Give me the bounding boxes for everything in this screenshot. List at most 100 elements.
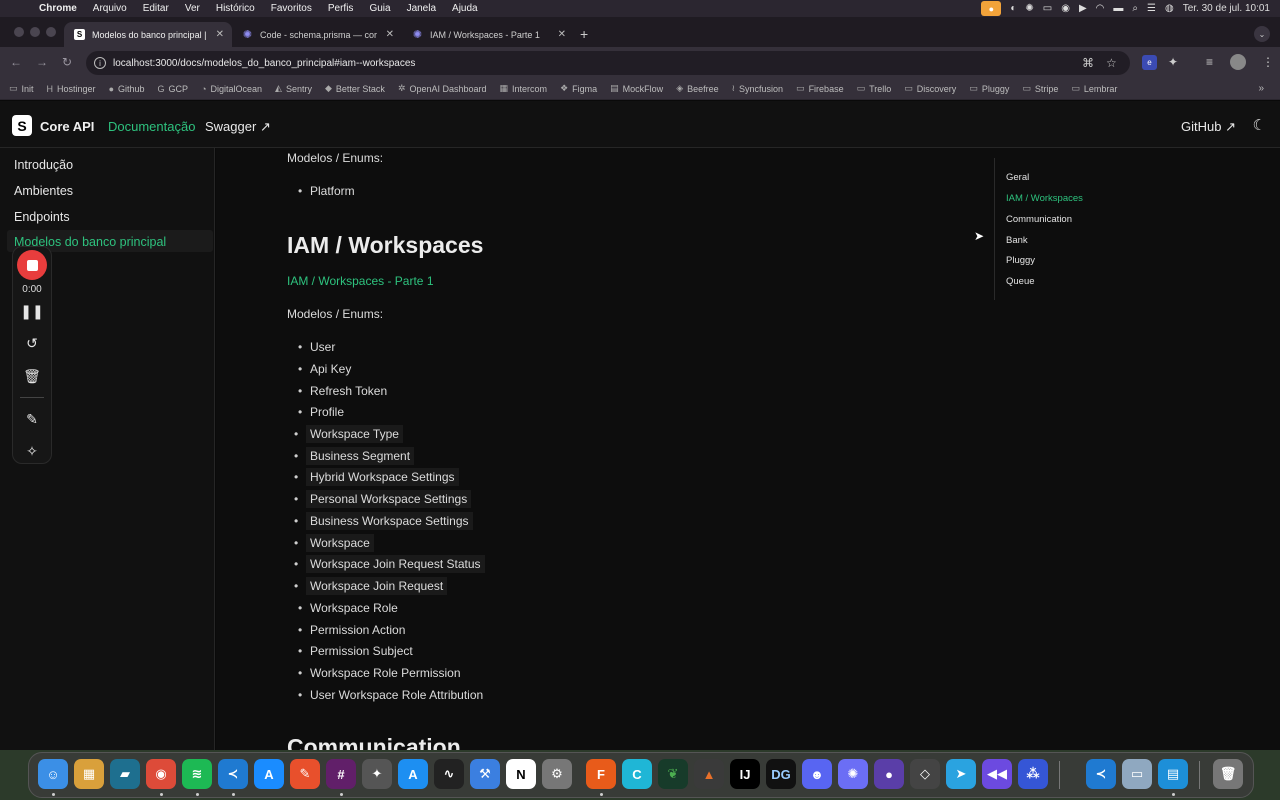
gear-app-icon[interactable]: ✺ <box>838 759 868 789</box>
pause-icon[interactable]: ❚❚ <box>13 303 51 320</box>
slack-icon[interactable]: # <box>326 759 356 789</box>
search-icon[interactable]: ⌕ <box>1132 3 1138 14</box>
restart-icon[interactable]: ↺ <box>13 335 51 352</box>
finder-icon[interactable]: ☺ <box>38 759 68 789</box>
bookmark-init[interactable]: ▭ Init <box>9 83 34 94</box>
screen-mirror-icon[interactable]: ▭ <box>1043 3 1052 14</box>
theme-toggle-moon-icon[interactable]: ☾ <box>1253 116 1266 134</box>
xcode-icon[interactable]: ⚒ <box>470 759 500 789</box>
nav-documentacao[interactable]: Documentação <box>108 119 195 134</box>
vpn-icon[interactable]: ◉ <box>1061 3 1070 14</box>
app-store-icon[interactable]: A <box>398 759 428 789</box>
menu-historico[interactable]: Histórico <box>216 3 255 14</box>
tab-search-icon[interactable]: ⌄ <box>1254 26 1270 42</box>
url-text[interactable]: localhost:3000/docs/modelos_do_banco_pri… <box>113 58 415 69</box>
toc-item-geral[interactable]: Geral <box>1006 172 1029 183</box>
bookmark-stripe[interactable]: ▭ Stripe <box>1022 83 1058 94</box>
wifi-icon[interactable]: ◠ <box>1096 3 1105 14</box>
brand-name[interactable]: Core API <box>40 119 94 134</box>
spotify-icon[interactable]: ≋ <box>182 759 212 789</box>
notion-icon[interactable]: N <box>506 759 536 789</box>
discord-icon[interactable]: ☻ <box>802 759 832 789</box>
toc-item-bank[interactable]: Bank <box>1006 235 1028 246</box>
bookmark-intercom[interactable]: ▦ Intercom <box>500 83 548 94</box>
bookmark-star-icon[interactable]: ☆ <box>1106 56 1117 70</box>
tab-modelos[interactable]: S Modelos do banco principal | ✕ <box>64 22 232 47</box>
matlab-icon[interactable]: ▲ <box>694 759 724 789</box>
c-app-icon[interactable]: C <box>622 759 652 789</box>
core-api-logo-icon[interactable]: S <box>12 115 32 136</box>
github-link[interactable]: GitHub ↗ <box>1181 119 1236 135</box>
bookmark-firebase[interactable]: ▭ Firebase <box>796 83 844 94</box>
effects-wand-icon[interactable]: ✧ <box>13 443 51 460</box>
microphone-icon[interactable]: ● <box>981 1 1002 16</box>
sidebar-item-endpoints[interactable]: Endpoints <box>14 210 70 224</box>
bookmark-digitalocean[interactable]: ◔ DigitalOcean <box>201 84 262 94</box>
menu-favoritos[interactable]: Favoritos <box>271 3 312 14</box>
extension-icon[interactable]: e <box>1142 55 1157 70</box>
bookmark-github[interactable]: ● Github <box>109 84 145 94</box>
bookmark-hostinger[interactable]: H Hostinger <box>47 84 96 94</box>
menu-editar[interactable]: Editar <box>143 3 169 14</box>
bookmark-pluggy[interactable]: ▭ Pluggy <box>969 83 1009 94</box>
datagrip-icon[interactable]: DG <box>766 759 796 789</box>
appstore-like-icon[interactable]: A <box>254 759 284 789</box>
back-icon[interactable]: ← <box>10 55 22 69</box>
bookmark-lembrar[interactable]: ▭ Lembrar <box>1071 83 1117 94</box>
trash-can-icon[interactable]: 🗑 <box>1213 759 1243 789</box>
menu-app-name[interactable]: Chrome <box>39 3 77 14</box>
bookmark-figma[interactable]: ❖ Figma <box>560 83 597 94</box>
bookmark-mockflow[interactable]: ▤ MockFlow <box>610 83 663 94</box>
close-icon[interactable]: ✕ <box>216 29 224 40</box>
close-icon[interactable]: ✕ <box>558 29 566 40</box>
menu-perfis[interactable]: Perfis <box>328 3 354 14</box>
siri-icon[interactable]: ◍ <box>1165 3 1174 14</box>
activity-monitor-icon[interactable]: ∿ <box>434 759 464 789</box>
toc-item-queue[interactable]: Queue <box>1006 276 1035 287</box>
bookmark-gcp[interactable]: G GCP <box>158 84 189 94</box>
menu-ajuda[interactable]: Ajuda <box>452 3 478 14</box>
menubar-datetime[interactable]: Ter. 30 de jul. 10:01 <box>1183 3 1270 14</box>
bookmarks-overflow-icon[interactable]: » <box>1258 83 1264 94</box>
nav-swagger[interactable]: Swagger ↗ <box>205 119 271 135</box>
close-icon[interactable]: ✕ <box>386 29 394 40</box>
pencil-icon[interactable]: ✎ <box>13 411 51 428</box>
translate-icon[interactable]: ⌘ <box>1082 56 1094 70</box>
profile-avatar[interactable] <box>1230 54 1246 70</box>
bookmark-trello[interactable]: ▭ Trello <box>857 83 892 94</box>
reload-icon[interactable]: ↻ <box>62 55 72 69</box>
minimize-window-button[interactable] <box>30 27 40 37</box>
site-info-icon[interactable]: i <box>94 57 106 69</box>
new-tab-button[interactable]: + <box>580 26 588 42</box>
toc-item-iam-workspaces[interactable]: IAM / Workspaces <box>1006 193 1083 204</box>
bookmark-openai[interactable]: ✲ OpenAI Dashboard <box>398 83 487 94</box>
pen-app-icon[interactable]: ✎ <box>290 759 320 789</box>
tab-iam-workspaces[interactable]: ✺ IAM / Workspaces - Parte 1 ✕ <box>402 22 574 47</box>
sidebar-item-ambientes[interactable]: Ambientes <box>14 184 73 198</box>
brightness-icon[interactable]: ✺ <box>1025 3 1033 14</box>
vscode-recent-icon[interactable]: ≺ <box>1086 759 1116 789</box>
menu-janela[interactable]: Janela <box>407 3 436 14</box>
bookmark-better-stack[interactable]: ◆ Better Stack <box>325 83 385 94</box>
trash-icon[interactable]: 🗑 <box>13 368 51 385</box>
control-center-icon[interactable]: ☰ <box>1147 3 1156 14</box>
gimp-icon[interactable]: ✦ <box>362 759 392 789</box>
vscode-icon[interactable]: ≺ <box>218 759 248 789</box>
status-app-icon[interactable]: ◐ <box>1010 3 1016 14</box>
more-menu-icon[interactable]: ⋮ <box>1262 55 1274 69</box>
forward-icon[interactable]: → <box>36 55 48 69</box>
network-app-icon[interactable]: ⁂ <box>1018 759 1048 789</box>
section-link-iam-parte-1[interactable]: IAM / Workspaces - Parte 1 <box>287 274 434 288</box>
close-window-button[interactable] <box>14 27 24 37</box>
bookmark-beefree[interactable]: ◈ Beefree <box>676 83 718 94</box>
address-bar[interactable]: i localhost:3000/docs/modelos_do_banco_p… <box>86 51 1130 75</box>
planet-app-icon[interactable]: ● <box>874 759 904 789</box>
tab-code-schema[interactable]: ✺ Code - schema.prisma — cor ✕ <box>232 22 402 47</box>
unity-icon[interactable]: ◇ <box>910 759 940 789</box>
toc-item-pluggy[interactable]: Pluggy <box>1006 255 1035 266</box>
preview-icon[interactable]: ▭ <box>1122 759 1152 789</box>
media-controls-icon[interactable]: ≡ <box>1206 55 1213 69</box>
system-settings-icon[interactable]: ⚙ <box>542 759 572 789</box>
battery-icon[interactable]: ▬ <box>1113 3 1123 14</box>
chrome-icon[interactable]: ◉ <box>146 759 176 789</box>
